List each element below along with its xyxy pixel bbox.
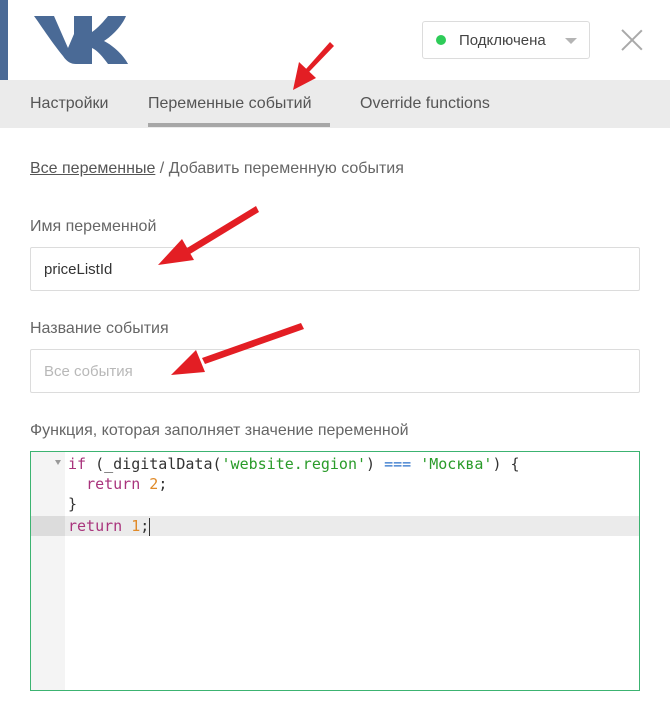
tab-settings[interactable]: Настройки [30, 95, 108, 113]
variable-name-label: Имя переменной [30, 218, 157, 235]
text-cursor [149, 517, 151, 536]
breadcrumb: Все переменные / Добавить переменную соб… [30, 160, 404, 178]
fold-arrow-icon[interactable] [55, 460, 61, 465]
code-line: return 2; [86, 475, 168, 493]
code-editor[interactable]: if (_digitalData('website.region') === '… [30, 451, 640, 691]
active-tab-indicator [148, 123, 330, 127]
status-dot-icon [436, 35, 446, 45]
tab-override-functions[interactable]: Override functions [360, 95, 490, 113]
code-line: } [68, 495, 78, 513]
connection-status-dropdown[interactable]: Подключена [422, 21, 590, 59]
status-label: Подключена [459, 31, 546, 49]
function-label: Функция, которая заполняет значение пере… [30, 422, 409, 439]
tab-event-variables[interactable]: Переменные событий [148, 95, 312, 113]
vk-logo [34, 16, 128, 64]
code-line: return 1; [68, 517, 151, 536]
variable-name-input[interactable] [30, 247, 640, 291]
header: Подключена [0, 0, 670, 80]
breadcrumb-link-all-variables[interactable]: Все переменные [30, 160, 155, 177]
chevron-down-icon [565, 38, 577, 44]
breadcrumb-separator: / [155, 160, 169, 177]
editor-gutter [31, 452, 65, 690]
code-line: if (_digitalData('website.region') === '… [68, 455, 520, 473]
event-name-label: Название события [30, 320, 169, 337]
event-name-input[interactable] [30, 349, 640, 393]
tab-bar: Настройки Переменные событий Override fu… [0, 80, 670, 128]
active-gutter-highlight [31, 516, 65, 536]
close-icon[interactable] [618, 27, 646, 55]
breadcrumb-current: Добавить переменную события [168, 160, 404, 177]
